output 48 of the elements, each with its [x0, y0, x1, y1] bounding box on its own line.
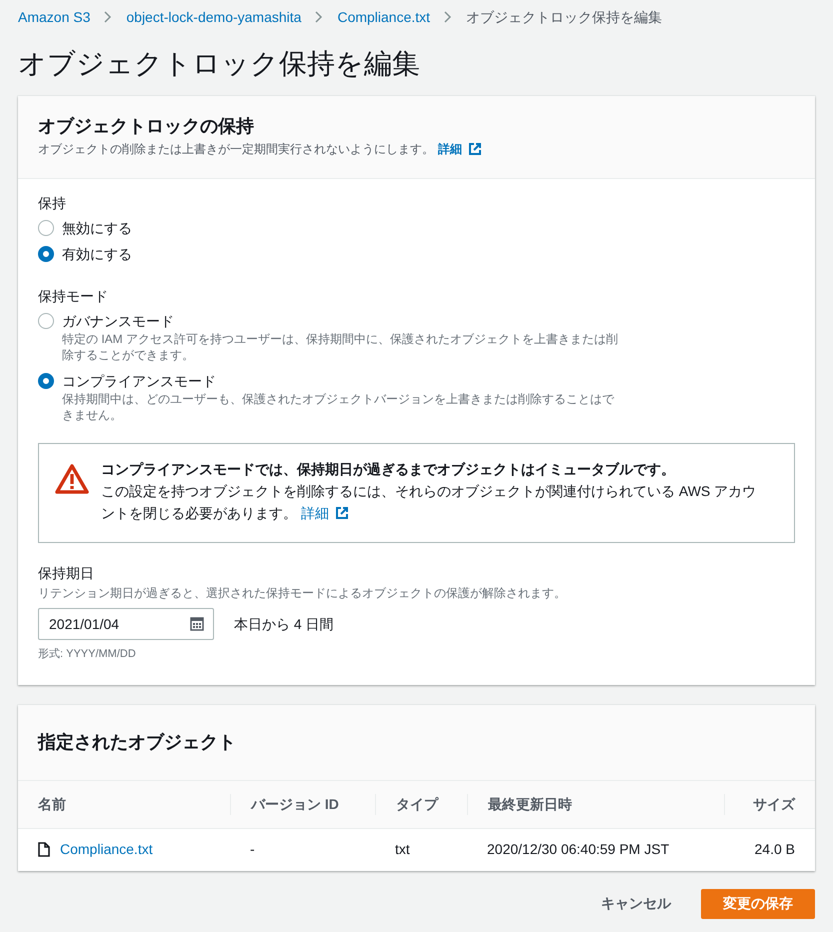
- column-header[interactable]: 名前: [38, 794, 66, 815]
- field-label: 保持: [38, 194, 67, 213]
- field-label: 保持期日: [38, 564, 95, 583]
- warning-title: コンプライアンスモードでは、保持期日が過ぎるまでオブジェクトはイミュータブルです。: [101, 460, 676, 479]
- panel-title: 指定されたオブジェクト: [38, 730, 236, 754]
- radio-button[interactable]: [38, 373, 54, 389]
- column-header[interactable]: バージョン ID: [251, 794, 339, 815]
- panel-description: オブジェクトの削除または上書きが一定期間実行されないようにします。: [38, 141, 434, 158]
- radio-button[interactable]: [38, 220, 54, 236]
- date-input-field[interactable]: 2021/01/04: [38, 608, 214, 640]
- chevron-icon: [104, 11, 112, 23]
- calendar-icon[interactable]: [190, 617, 204, 631]
- cancel-button[interactable]: キャンセル: [581, 888, 691, 918]
- field-label: 保持モード: [38, 287, 109, 306]
- breadcrumb-link[interactable]: Compliance.txt: [337, 6, 430, 28]
- column-header[interactable]: サイズ: [753, 794, 795, 815]
- external-link-icon: [335, 506, 349, 520]
- days-note: 本日から 4 日間: [234, 614, 334, 634]
- field-description: リテンション期日が過ぎると、選択された保持モードによるオブジェクトの保護が解除されます。: [38, 585, 567, 602]
- radio-button[interactable]: [38, 246, 54, 262]
- radio-label: 有効にする: [62, 245, 132, 264]
- radio-description: 保持期間中は、どのユーザーも、保護されたオブジェクトバージョンを上書きまたは削除することはできません。: [62, 391, 616, 423]
- radio-label: 無効にする: [62, 219, 132, 238]
- radio-button[interactable]: [38, 313, 54, 329]
- chevron-icon: [315, 11, 324, 23]
- file-icon: [38, 842, 50, 858]
- radio-label: ガバナンスモード: [62, 312, 175, 331]
- warning-message: この設定を持つオブジェクトを削除するには、それらのオブジェクトが関連付けられている AWS アカウントを閉じる必要があります。 詳細: [101, 480, 768, 524]
- page-title: オブジェクトロック保持を編集: [18, 47, 421, 81]
- breadcrumb-link[interactable]: object-lock-demo-yamashita: [126, 6, 302, 28]
- object-link[interactable]: Compliance.txt: [60, 839, 153, 860]
- column-header[interactable]: タイプ: [396, 794, 438, 815]
- table-cell: txt: [395, 841, 410, 858]
- table-cell: -: [250, 841, 255, 858]
- chevron-icon: [444, 11, 452, 23]
- breadcrumb-link[interactable]: Amazon S3: [18, 6, 90, 28]
- format-hint: 形式: YYYY/MM/DD: [38, 647, 137, 662]
- radio-label: コンプライアンスモード: [62, 372, 217, 391]
- info-link[interactable]: 詳細: [438, 140, 482, 158]
- column-header[interactable]: 最終更新日時: [488, 794, 572, 815]
- table-cell: 2020/12/30 06:40:59 PM JST: [487, 841, 670, 858]
- table-cell: 24.0 B: [754, 841, 795, 858]
- external-link-icon: [468, 142, 482, 156]
- breadcrumb-current: オブジェクトロック保持を編集: [466, 8, 662, 26]
- warning-icon: [55, 464, 89, 494]
- info-link[interactable]: 詳細: [301, 502, 349, 524]
- panel-title: オブジェクトロックの保持: [38, 115, 255, 138]
- radio-description: 特定の IAM アクセス許可を持つユーザーは、保持期間中に、保護されたオブジェクトを上書きまたは削除することができます。: [62, 331, 620, 363]
